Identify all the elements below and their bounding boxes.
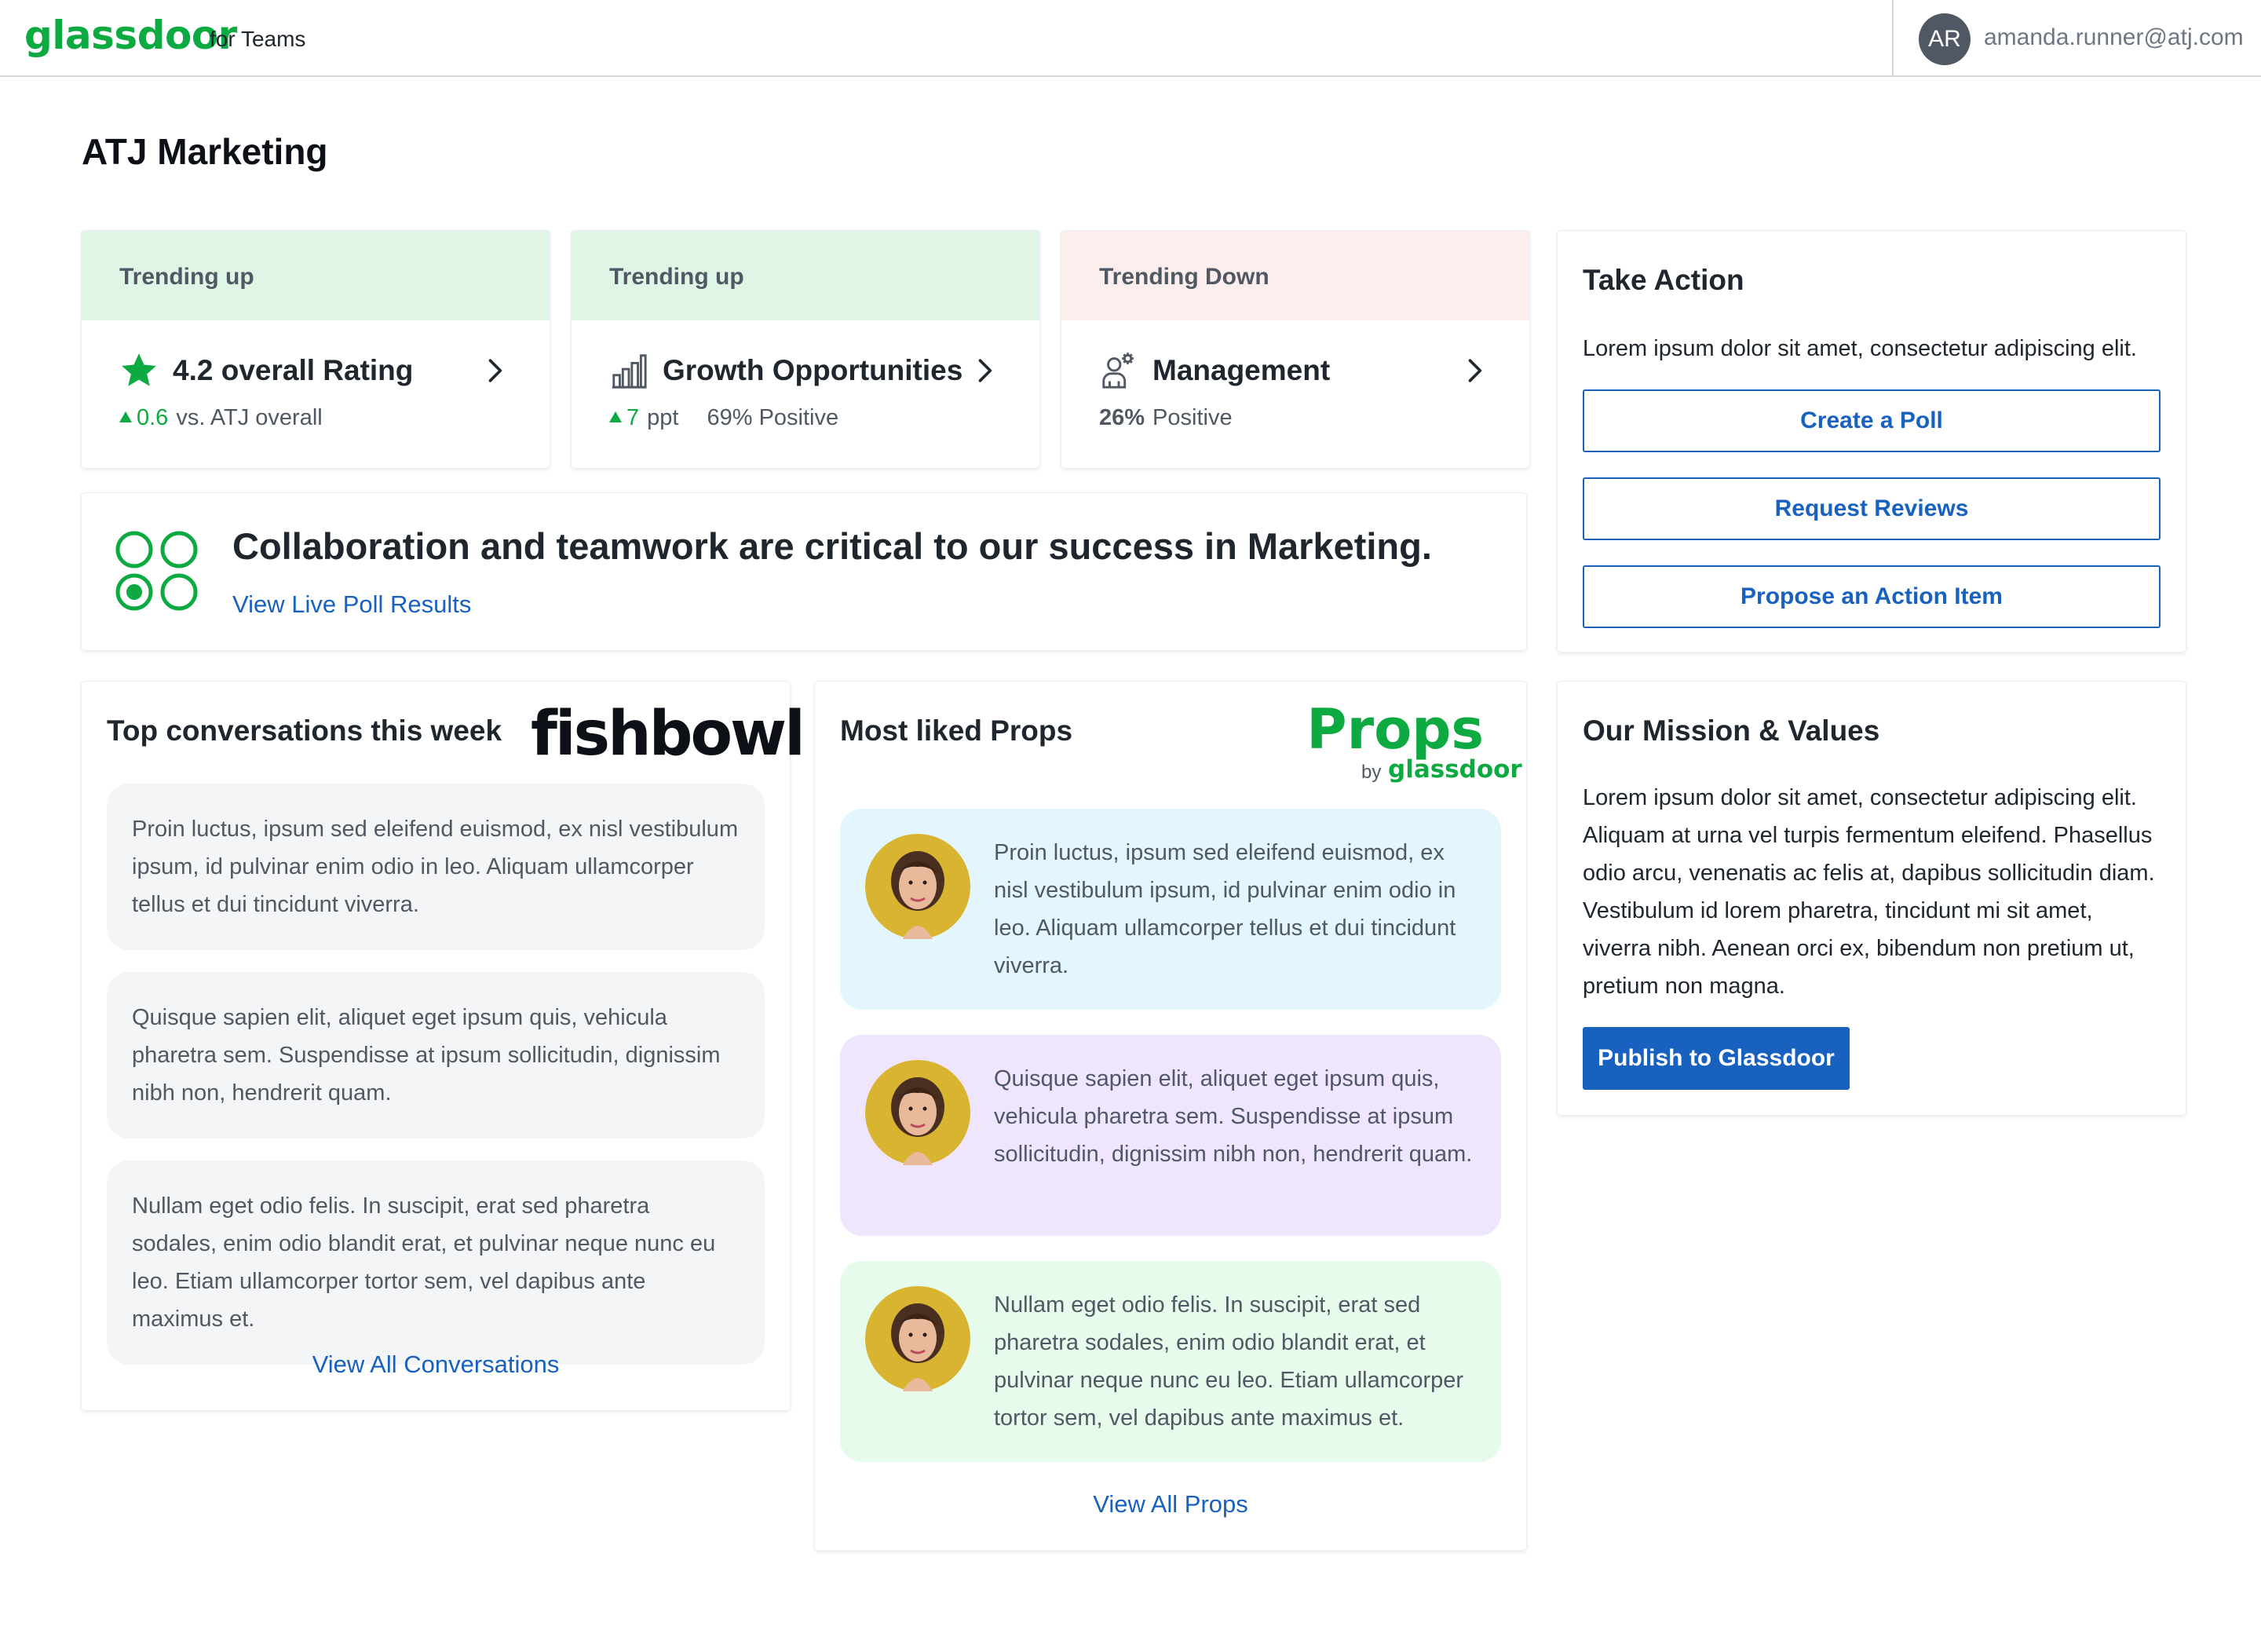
star-icon <box>119 351 159 390</box>
people-gear-icon <box>1099 351 1138 390</box>
chevron-right-icon[interactable] <box>967 353 1002 388</box>
prop-item[interactable]: Nullam eget odio felis. In suscipit, era… <box>840 1261 1501 1462</box>
trend-percent: 26% <box>1099 405 1145 430</box>
publish-to-glassdoor-button[interactable]: Publish to Glassdoor <box>1583 1027 1850 1090</box>
avatar <box>865 1286 970 1391</box>
user-email[interactable]: amanda.runner@atj.com <box>1984 24 2244 51</box>
mission-card: Our Mission & Values Lorem ipsum dolor s… <box>1558 682 2186 1115</box>
trend-foot: vs. ATJ overall <box>176 405 323 430</box>
divider <box>1892 0 1894 77</box>
trend-card-management[interactable]: Trending Down Management 26% Positive <box>1061 231 1529 468</box>
prop-text: Proin luctus, ipsum sed eleifend euismod… <box>994 840 1456 978</box>
avatar <box>865 1060 970 1165</box>
trend-foot: Positive <box>1152 405 1233 430</box>
trend-unit: ppt <box>647 405 679 430</box>
trend-status: Trending up <box>572 231 1039 320</box>
card-title: Most liked Props <box>840 715 1073 747</box>
top-bar: glassdoor for Teams AR amanda.runner@atj… <box>0 0 2261 77</box>
poll-icon <box>115 531 198 611</box>
take-action-card: Take Action Lorem ipsum dolor sit amet, … <box>1558 231 2186 652</box>
glassdoor-logo[interactable]: glassdoor <box>24 13 237 58</box>
trend-card-growth[interactable]: Trending up Growth Opportunities 7 ppt 6… <box>572 231 1039 468</box>
propose-action-item-button[interactable]: Propose an Action Item <box>1583 565 2161 628</box>
request-reviews-button[interactable]: Request Reviews <box>1583 477 2161 540</box>
prop-item[interactable]: Quisque sapien elit, aliquet eget ipsum … <box>840 1035 1501 1236</box>
logo-subtitle: for Teams <box>210 27 306 51</box>
trend-status: Trending up <box>82 231 550 320</box>
up-arrow-icon <box>609 411 622 422</box>
view-poll-results-link[interactable]: View Live Poll Results <box>232 590 471 619</box>
poll-question: Collaboration and teamwork are critical … <box>232 525 1432 567</box>
card-title: Our Mission & Values <box>1583 715 1880 747</box>
card-title: Top conversations this week <box>107 715 502 747</box>
poll-card: Collaboration and teamwork are critical … <box>82 493 1526 650</box>
props-logo-by: by <box>1361 762 1382 783</box>
trend-label: Growth Opportunities <box>663 354 963 386</box>
fishbowl-logo: fishbowl <box>531 699 805 769</box>
trend-card-rating[interactable]: Trending up 4.2 overall Rating 0.6 vs. A… <box>82 231 550 468</box>
trend-label: 4.2 overall Rating <box>173 354 414 386</box>
page-title: ATJ Marketing <box>82 131 328 172</box>
conversation-item[interactable]: Proin luctus, ipsum sed eleifend euismod… <box>107 784 765 950</box>
trend-label: Management <box>1152 354 1331 386</box>
view-all-conversations-link[interactable]: View All Conversations <box>82 1350 790 1379</box>
fishbowl-card: Top conversations this week fishbowl Pro… <box>82 682 805 1410</box>
create-poll-button[interactable]: Create a Poll <box>1583 389 2161 452</box>
trend-status: Trending Down <box>1061 231 1529 320</box>
trend-foot: 69% Positive <box>707 405 839 430</box>
card-text: Lorem ipsum dolor sit amet, consectetur … <box>1583 336 2137 361</box>
props-card: Most liked Props Props by glassdoor Proi… <box>815 682 1526 1550</box>
prop-item[interactable]: Proin luctus, ipsum sed eleifend euismod… <box>840 809 1501 1010</box>
prop-text: Nullam eget odio felis. In suscipit, era… <box>994 1292 1464 1431</box>
up-arrow-icon <box>119 411 132 422</box>
trend-delta: 7 <box>626 405 640 430</box>
prop-text: Quisque sapien elit, aliquet eget ipsum … <box>994 1066 1473 1167</box>
avatar <box>865 834 970 939</box>
props-logo-brand: glassdoor <box>1388 755 1522 784</box>
conversation-item[interactable]: Quisque sapien elit, aliquet eget ipsum … <box>107 972 765 1138</box>
conversation-item[interactable]: Nullam eget odio felis. In suscipit, era… <box>107 1160 765 1365</box>
chevron-right-icon[interactable] <box>1457 353 1492 388</box>
chevron-right-icon[interactable] <box>477 353 512 388</box>
card-title: Take Action <box>1583 264 1744 296</box>
mission-text: Lorem ipsum dolor sit amet, consectetur … <box>1583 785 2155 999</box>
trend-delta: 0.6 <box>137 405 169 430</box>
avatar[interactable]: AR <box>1919 13 1971 65</box>
bar-chart-icon <box>609 351 648 390</box>
view-all-props-link[interactable]: View All Props <box>815 1490 1526 1519</box>
props-logo: Props <box>1306 697 1484 762</box>
